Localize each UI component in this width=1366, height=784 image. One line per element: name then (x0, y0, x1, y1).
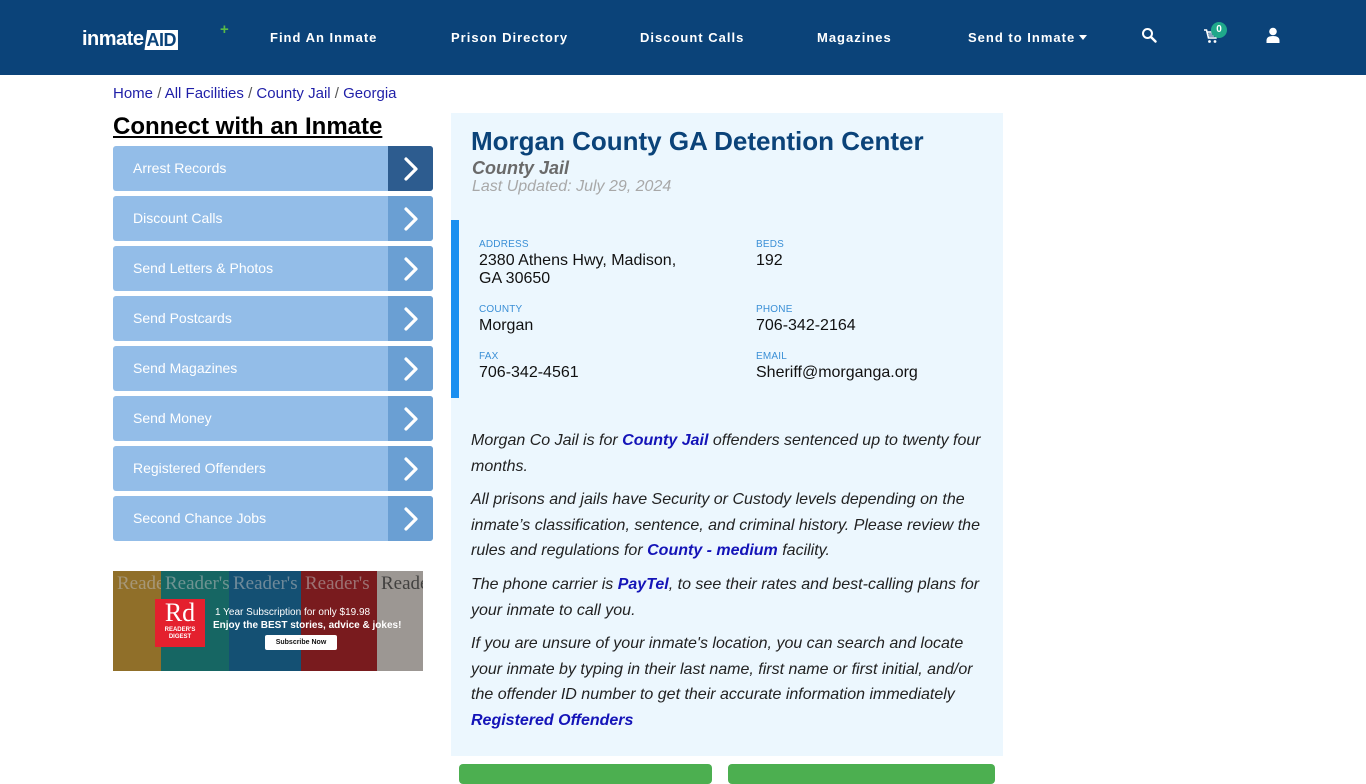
chevron-right-icon (388, 496, 433, 541)
logo-text-aid: AID (144, 30, 178, 50)
sidebar-item-label: Send Letters & Photos (133, 260, 274, 276)
nav-discount-calls[interactable]: Discount Calls (640, 30, 744, 46)
readers-digest-ad-banner[interactable]: Reader's Reader's Reader's Reader's Read… (113, 571, 423, 671)
county-medium-link[interactable]: County - medium (647, 542, 778, 559)
phone-label: PHONE (756, 304, 793, 315)
paragraph-jail-type: Morgan Co Jail is for County Jail offend… (471, 432, 981, 475)
paragraph-inmate-search: If you are unsure of your inmate's locat… (471, 635, 973, 729)
nav-prison-directory[interactable]: Prison Directory (451, 30, 568, 46)
phone-value[interactable]: 706-342-2164 (756, 317, 856, 335)
phone-field: PHONE 706-342-2164 (756, 304, 856, 335)
sidebar-title: Connect with an Inmate (113, 113, 383, 140)
sidebar-item-registered-offenders[interactable]: Registered Offenders (113, 446, 433, 491)
address-label: ADDRESS (479, 239, 529, 250)
subscribe-now-button[interactable]: Subscribe Now (265, 635, 337, 650)
breadcrumb-separator: / (157, 85, 165, 102)
registered-offenders-link[interactable]: Registered Offenders (471, 712, 633, 729)
nav-find-an-inmate[interactable]: Find An Inmate (270, 30, 377, 46)
chevron-right-icon (388, 146, 433, 191)
ad-tagline-text: Enjoy the BEST stories, advice & jokes! (213, 620, 402, 631)
address-field: ADDRESS 2380 Athens Hwy, Madison, GA 306… (479, 239, 739, 288)
chevron-right-icon (388, 296, 433, 341)
nav-send-to-inmate-label: Send to Inmate (968, 30, 1076, 45)
fax-field: FAX 706-342-4561 (479, 351, 579, 382)
breadcrumb-home[interactable]: Home (113, 85, 153, 102)
fax-value: 706-342-4561 (479, 364, 579, 381)
logo-plus-icon: + (220, 21, 229, 38)
breadcrumb-georgia[interactable]: Georgia (343, 85, 396, 102)
county-value: Morgan (479, 317, 534, 334)
facility-type: County Jail (472, 158, 570, 178)
breadcrumb-all-facilities[interactable]: All Facilities (165, 85, 244, 102)
sidebar-item-label: Registered Offenders (133, 460, 266, 476)
chevron-right-icon (388, 446, 433, 491)
nav-send-to-inmate-dropdown[interactable]: Send to Inmate (968, 30, 1088, 46)
logo-text-inmate: inmate (82, 28, 144, 50)
breadcrumb-separator: / (334, 85, 344, 102)
chevron-right-icon (388, 196, 433, 241)
breadcrumb-county-jail[interactable]: County Jail (256, 85, 330, 102)
info-accent-bar (451, 220, 459, 398)
breadcrumb: Home / All Facilities / County Jail / Ge… (113, 85, 397, 103)
county-jail-link[interactable]: County Jail (622, 432, 708, 449)
sidebar-item-send-magazines[interactable]: Send Magazines (113, 346, 433, 391)
top-navbar: inmate AID + Find An Inmate Prison Direc… (0, 0, 1366, 75)
green-action-button-right[interactable] (728, 764, 995, 784)
beds-value: 192 (756, 252, 783, 269)
email-value[interactable]: Sheriff@morganga.org (756, 364, 918, 382)
sidebar-item-label: Send Magazines (133, 360, 238, 376)
sidebar-item-label: Send Money (133, 410, 212, 426)
county-label: COUNTY (479, 304, 523, 315)
site-logo[interactable]: inmate AID + (82, 22, 229, 50)
sidebar-item-label: Second Chance Jobs (133, 510, 267, 526)
ad-offer-text: 1 Year Subscription for only $19.98 (215, 607, 371, 618)
address-line-1: 2380 Athens Hwy, Madison, (479, 252, 677, 269)
sidebar-item-send-letters-photos[interactable]: Send Letters & Photos (113, 246, 433, 291)
sidebar-item-send-money[interactable]: Send Money (113, 396, 433, 441)
sidebar-item-arrest-records[interactable]: Arrest Records (113, 146, 433, 191)
sidebar-item-label: Arrest Records (133, 160, 227, 176)
fax-label: FAX (479, 351, 499, 362)
paytel-link[interactable]: PayTel (618, 576, 669, 593)
sidebar-item-send-postcards[interactable]: Send Postcards (113, 296, 433, 341)
chevron-right-icon (388, 246, 433, 291)
caret-down-icon (1079, 35, 1088, 40)
paragraph-security-levels: All prisons and jails have Security or C… (471, 491, 980, 560)
user-icon[interactable] (1265, 27, 1283, 45)
beds-label: BEDS (756, 239, 785, 250)
chevron-right-icon (388, 346, 433, 391)
address-line-2: GA 30650 (479, 270, 551, 287)
paragraph-phone-carrier: The phone carrier is PayTel, to see thei… (471, 576, 980, 619)
sidebar-item-discount-calls[interactable]: Discount Calls (113, 196, 433, 241)
email-field: EMAIL Sheriff@morganga.org (756, 351, 918, 382)
sidebar-item-label: Discount Calls (133, 210, 223, 226)
chevron-right-icon (388, 396, 433, 441)
green-action-button-left[interactable] (459, 764, 712, 784)
sidebar-item-second-chance-jobs[interactable]: Second Chance Jobs (113, 496, 433, 541)
county-field: COUNTY Morgan (479, 304, 533, 335)
facility-title: Morgan County GA Detention Center (471, 126, 924, 156)
readers-digest-logo: Rd READER'S DIGEST (155, 599, 205, 647)
sidebar-menu: Arrest Records Discount Calls Send Lette… (113, 146, 433, 546)
sidebar-item-label: Send Postcards (133, 310, 232, 326)
cart-count-badge: 0 (1211, 22, 1227, 38)
beds-field: BEDS 192 (756, 239, 784, 270)
email-label: EMAIL (756, 351, 788, 362)
last-updated-text: Last Updated: July 29, 2024 (472, 178, 672, 195)
nav-magazines[interactable]: Magazines (817, 30, 892, 46)
search-icon[interactable] (1141, 27, 1159, 45)
